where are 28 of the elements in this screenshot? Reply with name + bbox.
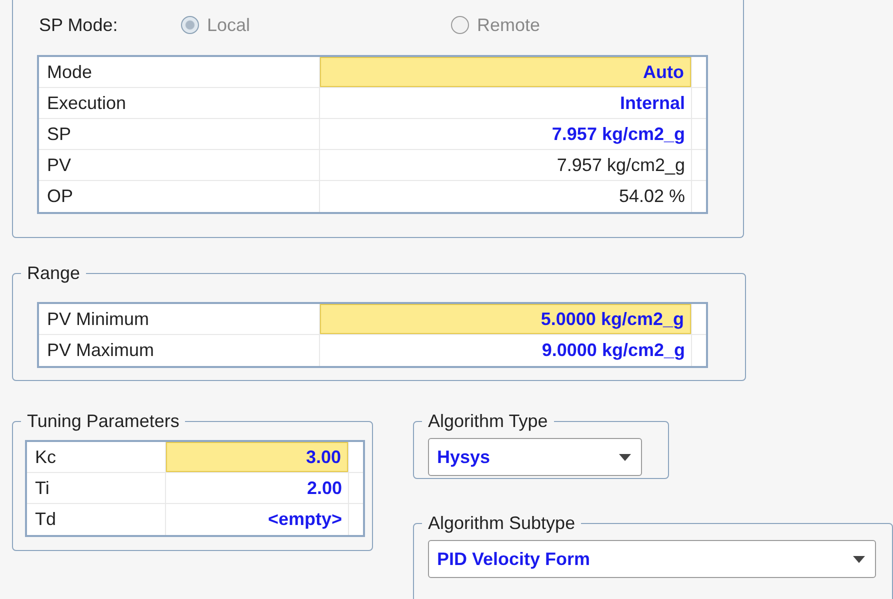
table-cell: Td xyxy=(27,504,166,535)
table-cell[interactable]: 5.0000 kg/cm2_g xyxy=(320,304,691,334)
table-cell[interactable]: 3.00 xyxy=(166,442,348,472)
group-title: Algorithm Type xyxy=(427,411,549,432)
radio-label: Remote xyxy=(477,14,540,36)
group-title: Range xyxy=(26,263,82,284)
table-cell: SP xyxy=(39,119,320,149)
table-cell: OP xyxy=(39,181,320,212)
table-cell[interactable]: 7.957 kg/cm2_g xyxy=(320,119,691,149)
table-cell: PV xyxy=(39,150,320,180)
algorithm-type-dropdown[interactable]: Hysys xyxy=(428,438,642,476)
group-title: Algorithm Subtype xyxy=(427,513,576,534)
table-cell[interactable]: 9.0000 kg/cm2_g xyxy=(320,335,691,366)
group-title: Tuning Parameters xyxy=(26,411,180,432)
caret-icon xyxy=(619,454,631,460)
algorithm-subtype-dropdown[interactable]: PID Velocity Form xyxy=(428,540,876,578)
table-cell: Ti xyxy=(27,473,166,503)
table-cell: Execution xyxy=(39,88,320,118)
radio-label: Local xyxy=(207,14,250,36)
table-cell[interactable]: 7.957 kg/cm2_g xyxy=(320,150,691,180)
caret-icon xyxy=(853,556,865,562)
table-cell: PV Maximum xyxy=(39,335,320,366)
table-cell[interactable]: <empty> xyxy=(166,504,348,535)
sp-mode-label: SP Mode: xyxy=(39,14,119,36)
table-cell[interactable]: 2.00 xyxy=(166,473,348,503)
table-cell[interactable]: 54.02 % xyxy=(320,181,691,212)
table-cell[interactable]: Internal xyxy=(320,88,691,118)
table-cell[interactable]: Auto xyxy=(320,57,691,87)
